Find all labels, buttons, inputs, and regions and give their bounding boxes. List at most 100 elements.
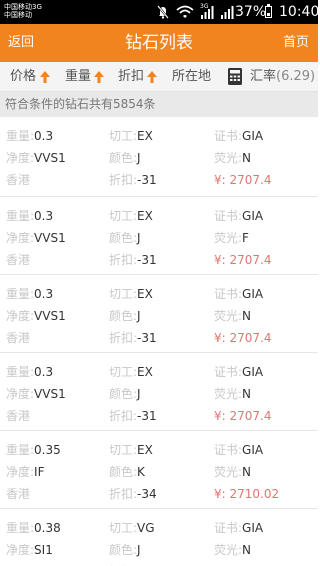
weight-value: 0.3 [34, 365, 54, 379]
weight-field: 重量:0.3 [6, 286, 53, 302]
color-field: 颜色:J [109, 150, 141, 166]
weight-value: 0.3 [34, 129, 54, 143]
weight-field: 重量:0.3 [6, 208, 53, 224]
sort-arrow-up-icon [40, 71, 50, 83]
discount-label: 折扣: [109, 173, 138, 187]
cert-label: 证书: [214, 443, 243, 457]
location-value: 香港 [6, 409, 31, 423]
diamond-list-item[interactable]: 重量:0.3 净度:VVS1 香港 切工:EX 颜色:J 折扣:-31 证书:G… [0, 275, 318, 353]
location-value: 香港 [6, 253, 31, 267]
cut-label: 切工: [109, 365, 138, 379]
cut-label: 切工: [109, 129, 138, 143]
result-count: 符合条件的钻石共有5854条 [0, 92, 318, 117]
discount-label: 折扣: [109, 487, 138, 501]
color-value: K [137, 465, 145, 479]
cut-field: 切工:EX [109, 128, 153, 144]
discount-field: 折扣:-31 [109, 408, 157, 424]
cut-field: 切工:EX [109, 208, 153, 224]
cert-label: 证书: [214, 209, 243, 223]
cert-field: 证书:GIA [214, 520, 263, 536]
filter-price[interactable]: 价格 [10, 62, 36, 92]
cut-value: EX [137, 365, 153, 379]
price-value: ¥: 2707.4 [214, 253, 272, 267]
filter-discount[interactable]: 折扣 [118, 62, 144, 92]
home-button[interactable]: 首页 [283, 24, 309, 62]
fluorescence-value: N [242, 151, 252, 165]
cut-value: EX [137, 129, 153, 143]
diamond-list-item[interactable]: 重量:0.3 净度:VVS1 香港 切工:EX 颜色:J 折扣:-31 证书:G… [0, 117, 318, 197]
wifi-icon [176, 5, 194, 18]
weight-value: 0.3 [34, 209, 54, 223]
battery-percent: 37% [235, 4, 267, 20]
fluorescence-label: 荧光: [214, 309, 243, 323]
exchange-rate-value: (6.29) [276, 69, 316, 84]
battery-icon [265, 4, 272, 18]
color-value: J [137, 309, 141, 323]
discount-label: 折扣: [109, 331, 138, 345]
filter-bar: 价格 重量 折扣 所在地 汇率(6.29) [0, 62, 318, 92]
cut-value: EX [137, 287, 153, 301]
diamond-list-item[interactable]: 重量:0.3 净度:VVS1 香港 切工:EX 颜色:J 折扣:-31 证书:G… [0, 353, 318, 431]
diamond-list[interactable]: 重量:0.3 净度:VVS1 香港 切工:EX 颜色:J 折扣:-31 证书:G… [0, 117, 318, 566]
weight-label: 重量: [6, 209, 35, 223]
weight-value: 0.35 [34, 443, 61, 457]
filter-location-label: 所在地 [172, 69, 212, 84]
weight-field: 重量:0.3 [6, 128, 53, 144]
weight-label: 重量: [6, 129, 35, 143]
weight-field: 重量:0.38 [6, 520, 61, 536]
clarity-value: IF [34, 465, 45, 479]
discount-field: 折扣:-31 [109, 252, 157, 268]
diamond-list-item[interactable]: 重量:0.3 净度:VVS1 香港 切工:EX 颜色:J 折扣:-31 证书:G… [0, 197, 318, 275]
status-icons: 3G [156, 3, 234, 20]
exchange-rate[interactable]: 汇率(6.29) [250, 62, 315, 92]
price-value: ¥: 2707.4 [214, 173, 272, 187]
fluorescence-label: 荧光: [214, 387, 243, 401]
color-field: 颜色:J [109, 308, 141, 324]
cert-field: 证书:GIA [214, 442, 263, 458]
weight-field: 重量:0.3 [6, 364, 53, 380]
color-value: J [137, 151, 141, 165]
back-button[interactable]: 返回 [8, 24, 34, 62]
color-label: 颜色: [109, 465, 138, 479]
cut-label: 切工: [109, 287, 138, 301]
signal-icon [221, 6, 234, 19]
diamond-list-item[interactable]: 重量:0.35 净度:IF 香港 切工:EX 颜色:K 折扣:-34 证书:GI… [0, 431, 318, 509]
color-label: 颜色: [109, 309, 138, 323]
mute-icon [157, 5, 169, 19]
color-field: 颜色:J [109, 386, 141, 402]
cert-value: GIA [242, 521, 264, 535]
signal-3g-icon: 3G [200, 3, 214, 19]
cert-value: GIA [242, 443, 264, 457]
weight-field: 重量:0.35 [6, 442, 61, 458]
clarity-value: VVS1 [34, 231, 66, 245]
cert-field: 证书:GIA [214, 364, 263, 380]
cert-value: GIA [242, 365, 264, 379]
fluorescence-label: 荧光: [214, 151, 243, 165]
cert-field: 证书:GIA [214, 128, 263, 144]
clarity-field: 净度:VVS1 [6, 230, 66, 246]
cut-value: EX [137, 443, 153, 457]
color-value: J [137, 231, 141, 245]
filter-weight[interactable]: 重量 [65, 62, 91, 92]
color-label: 颜色: [109, 387, 138, 401]
cut-label: 切工: [109, 443, 138, 457]
page-title: 钻石列表 [125, 33, 193, 53]
fluorescence-field: 荧光:N [214, 150, 251, 166]
title-bar: 钻石列表 返回 首页 [0, 24, 318, 62]
filter-location[interactable]: 所在地 [172, 62, 211, 92]
discount-value: -34 [137, 487, 157, 501]
cert-field: 证书:GIA [214, 286, 263, 302]
filter-weight-label: 重量 [65, 69, 92, 84]
fluorescence-value: N [242, 387, 252, 401]
fluorescence-label: 荧光: [214, 231, 243, 245]
diamond-list-item[interactable]: 重量:0.38 净度:SI1 切工:VG 颜色:J 折扣: 证书:GIA 荧光:… [0, 509, 318, 566]
clarity-value: SI1 [34, 543, 53, 557]
cert-value: GIA [242, 209, 264, 223]
cert-label: 证书: [214, 129, 243, 143]
clarity-value: VVS1 [34, 309, 66, 323]
weight-label: 重量: [6, 443, 35, 457]
discount-label: 折扣: [109, 253, 138, 267]
cut-field: 切工:VG [109, 520, 155, 536]
calculator-icon[interactable] [228, 68, 242, 85]
discount-value: -31 [137, 331, 157, 345]
